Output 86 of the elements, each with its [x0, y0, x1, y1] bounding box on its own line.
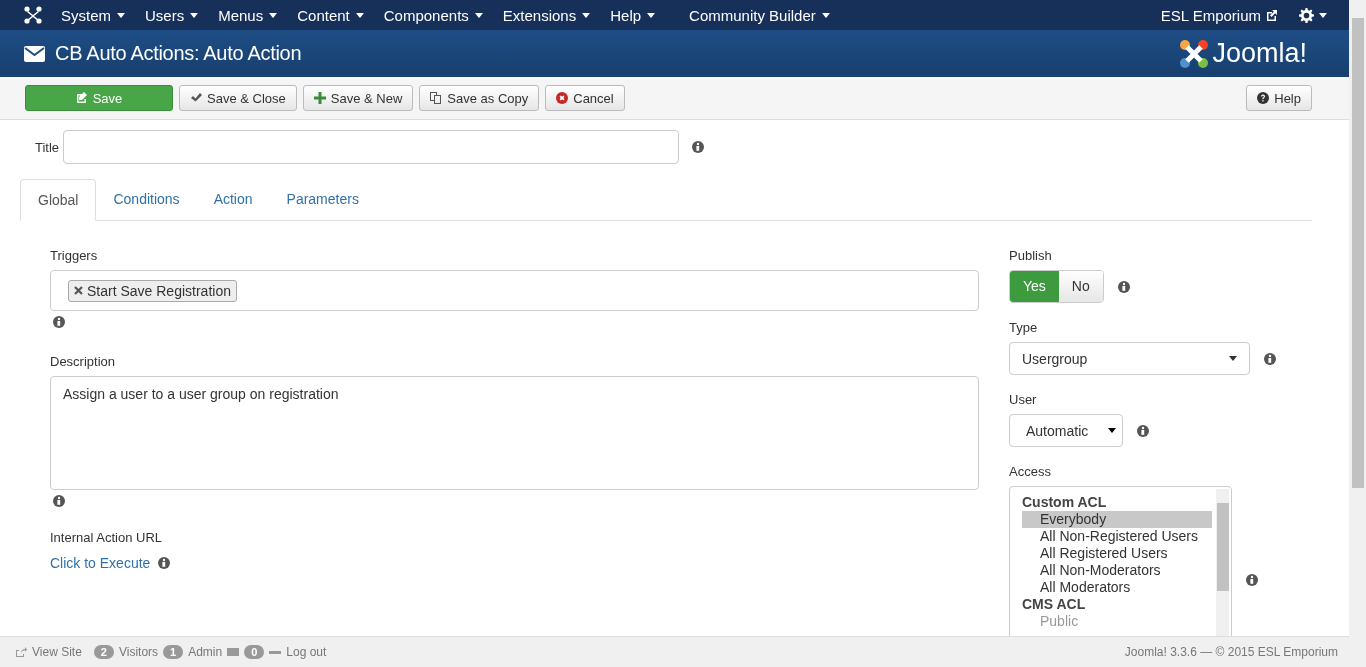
settings-menu[interactable] [1299, 7, 1327, 23]
caret-icon [269, 12, 278, 18]
remove-icon[interactable] [74, 286, 83, 295]
tab[interactable]: Conditions [96, 179, 197, 220]
check-icon [190, 92, 202, 104]
menu-item[interactable]: Components [373, 6, 493, 24]
option-group-label: Custom ACL [1022, 494, 1108, 511]
info-icon[interactable] [53, 316, 65, 328]
menu-item[interactable]: System [51, 6, 135, 24]
caret-icon [1319, 12, 1327, 18]
help-button[interactable]: Help [1246, 85, 1312, 111]
tab[interactable]: Global [20, 179, 97, 221]
field-label: Access [1009, 464, 1052, 479]
field-label: Publish [1009, 248, 1053, 263]
list-option[interactable]: All Moderators [1022, 579, 1212, 596]
save-button[interactable]: Save & New [302, 85, 414, 111]
caret-icon [190, 12, 199, 18]
triggers-field[interactable]: Start Save Registration [50, 270, 979, 311]
info-icon[interactable] [53, 495, 65, 507]
save-button[interactable]: Save & Close [179, 85, 297, 111]
menu-item[interactable]: Extensions [492, 6, 601, 24]
tab[interactable]: Parameters [269, 179, 376, 220]
list-option[interactable]: Everybody [1022, 511, 1212, 528]
count-badge: 0 [244, 645, 265, 659]
caret-icon [821, 12, 830, 18]
info-icon[interactable] [158, 557, 171, 569]
list-option[interactable]: All Registered Users [1022, 545, 1212, 562]
user-select[interactable]: Automatic [1009, 414, 1123, 447]
site-link[interactable]: ESL Emporium [1160, 6, 1261, 24]
option-group-label: CMS ACL [1022, 596, 1087, 613]
info-icon[interactable] [692, 141, 705, 153]
field-label: Type [1009, 320, 1039, 335]
trigger-tag[interactable]: Start Save Registration [68, 279, 237, 302]
title-field[interactable] [63, 130, 680, 164]
minus-icon [269, 650, 282, 654]
menu-item[interactable]: Menus [208, 6, 288, 24]
cancel-button[interactable]: Cancel [545, 85, 625, 111]
toggle-option[interactable]: Yes [1010, 271, 1059, 302]
external-link-icon [1266, 9, 1277, 21]
logo-icon [1179, 38, 1210, 69]
page-scrollbar[interactable] [1349, 0, 1366, 667]
field-label: Title [35, 139, 60, 155]
info-icon[interactable] [1246, 574, 1258, 586]
menu-item[interactable]: Help [600, 6, 666, 24]
caret-icon [355, 12, 364, 18]
caret-icon [1229, 356, 1237, 361]
caret-icon [1108, 428, 1116, 433]
edit-icon [75, 92, 88, 104]
field-label: Internal Action URL [50, 530, 163, 545]
count-badge: 1 [163, 645, 184, 659]
caret-icon [474, 12, 483, 18]
settings-icon [1299, 7, 1314, 23]
type-select[interactable]: Usergroup [1009, 342, 1250, 375]
caret-icon [117, 12, 125, 18]
admin-link[interactable]: Admin [188, 645, 223, 659]
description-field[interactable]: Assign a user to a user group on registration [50, 376, 979, 490]
cancel-icon [556, 92, 569, 104]
list-option[interactable]: All Non-Moderators [1022, 562, 1212, 579]
listbox-scrollbar[interactable] [1216, 489, 1229, 636]
field-label: Description [50, 354, 117, 369]
field-label: User [1009, 392, 1038, 407]
info-icon[interactable] [1264, 352, 1276, 365]
brand-name: Joomla! [1212, 38, 1307, 69]
info-icon[interactable] [1137, 424, 1149, 437]
tab[interactable]: Action [196, 179, 270, 220]
save-button[interactable]: Save as Copy [419, 85, 540, 111]
version-text: Joomla! 3.3.6 — © 2015 ESL Emporium [1124, 645, 1338, 659]
share-icon [16, 647, 27, 657]
menu-item[interactable]: Users [135, 6, 209, 24]
toggle-option[interactable]: No [1058, 271, 1103, 302]
info-icon[interactable] [1117, 280, 1130, 293]
copy-icon [430, 92, 443, 104]
logout-link[interactable]: Log out [286, 645, 327, 659]
list-option[interactable]: All Non-Registered Users [1022, 528, 1212, 545]
caret-icon [582, 12, 591, 18]
field-label: Triggers [50, 248, 99, 263]
execute-link[interactable]: Click to Execute [50, 555, 151, 571]
page-title: CB Auto Actions: Auto Action [55, 42, 302, 65]
caret-icon [647, 12, 656, 18]
menu-item[interactable]: Content [287, 6, 374, 24]
count-badge: 2 [93, 645, 114, 659]
menu-item[interactable]: Community Builder [679, 6, 840, 24]
help-icon [1257, 92, 1270, 104]
visitors-link[interactable]: Visitors [118, 645, 159, 659]
plus-icon [313, 92, 326, 104]
view-site-link[interactable]: View Site [32, 645, 82, 659]
